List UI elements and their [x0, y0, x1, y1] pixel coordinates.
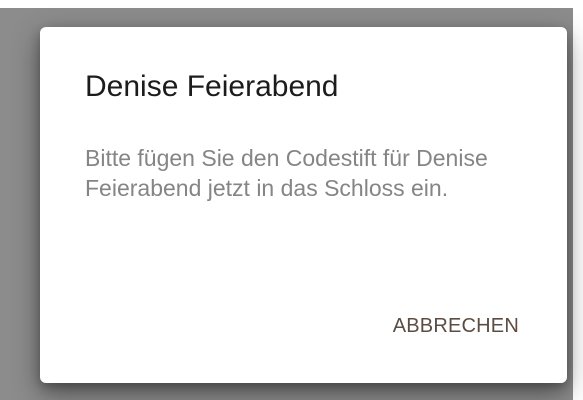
dialog-message: Bitte fügen Sie den Codestift für Denise…: [85, 145, 488, 201]
dialog-title: Denise Feierabend: [85, 70, 339, 103]
code-pen-dialog: Denise Feierabend Bitte fügen Sie den Co…: [40, 27, 567, 383]
cancel-button[interactable]: ABBRECHEN: [393, 314, 519, 338]
